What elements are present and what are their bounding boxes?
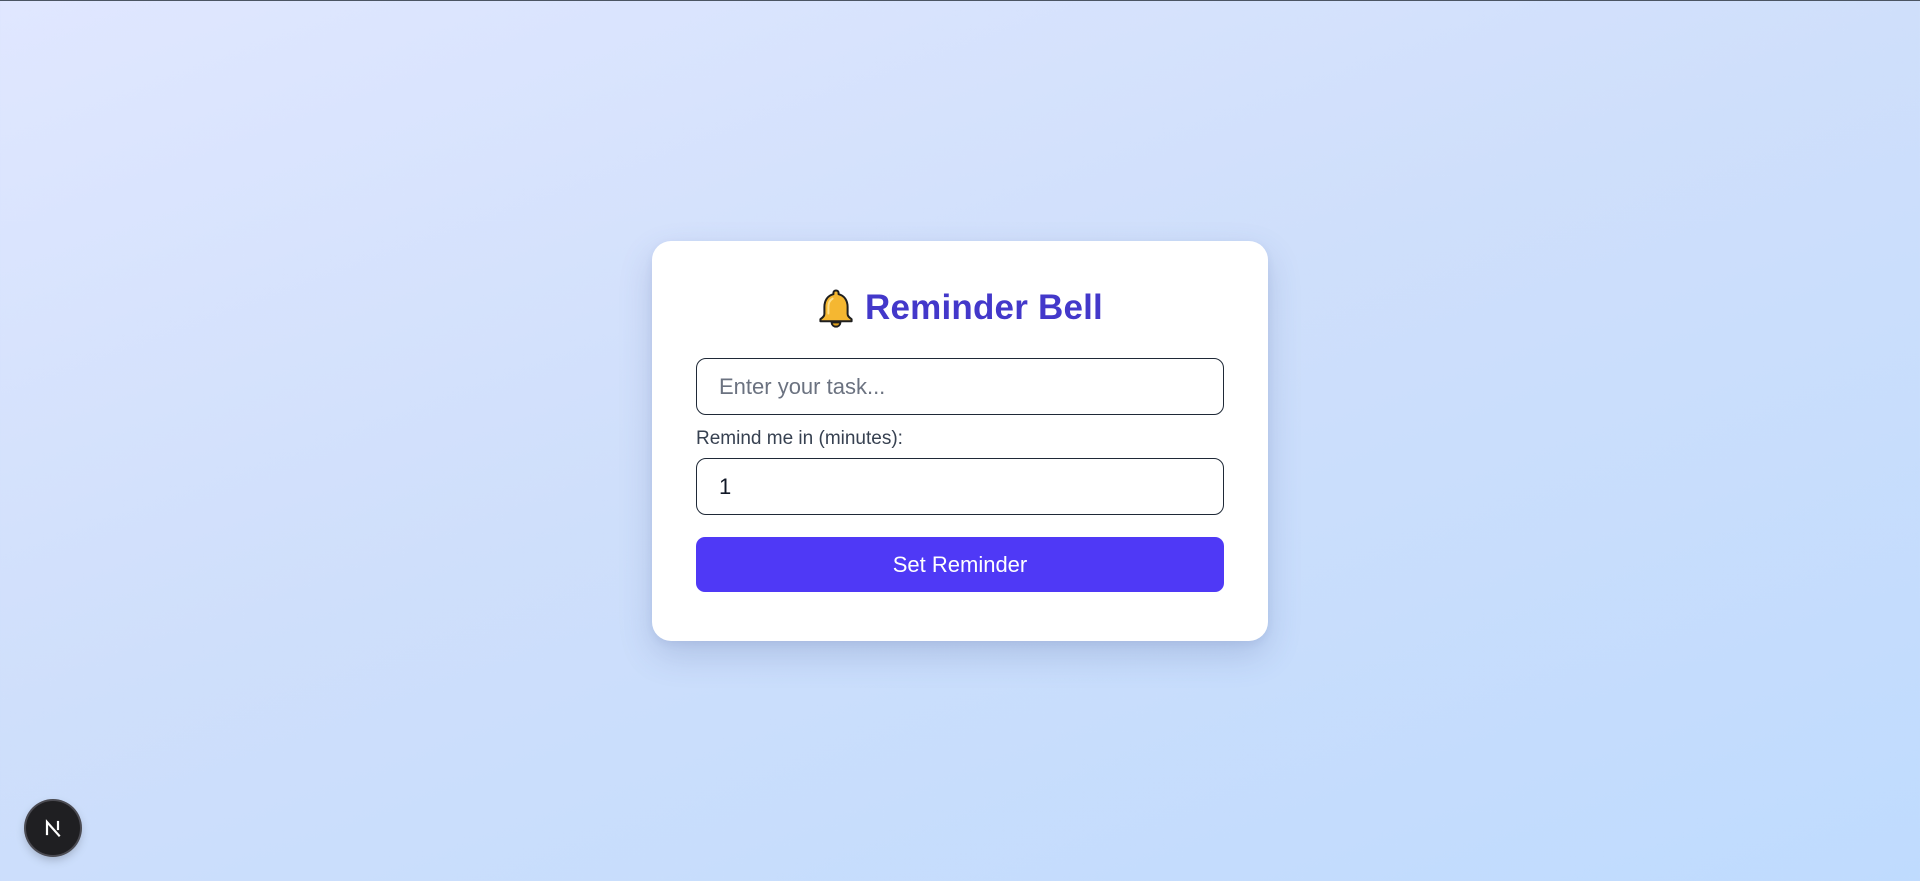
bell-icon bbox=[817, 288, 855, 328]
minutes-label: Remind me in (minutes): bbox=[696, 428, 903, 449]
page-background: Reminder Bell Remind me in (minutes): Se… bbox=[0, 1, 1920, 881]
nextjs-devtools-button[interactable] bbox=[26, 801, 80, 855]
set-reminder-button[interactable]: Set Reminder bbox=[696, 537, 1224, 592]
minutes-input[interactable] bbox=[696, 458, 1224, 515]
task-input[interactable] bbox=[696, 358, 1224, 415]
card-header: Reminder Bell bbox=[696, 284, 1224, 332]
nextjs-logo-icon bbox=[45, 819, 61, 838]
reminder-card: Reminder Bell Remind me in (minutes): Se… bbox=[652, 241, 1268, 641]
app-title: Reminder Bell bbox=[865, 288, 1103, 327]
